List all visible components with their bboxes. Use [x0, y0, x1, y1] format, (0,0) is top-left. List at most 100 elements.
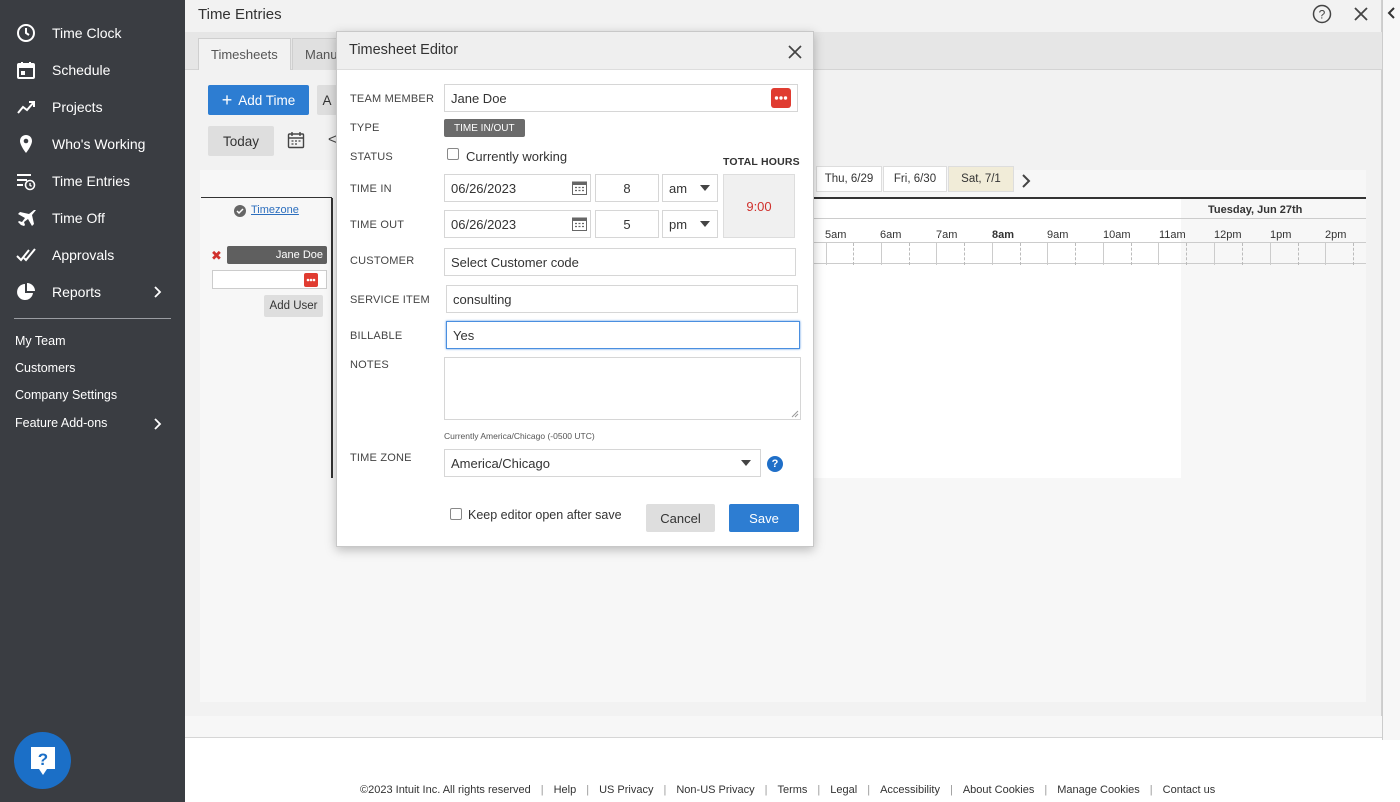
time-zone-value: America/Chicago — [451, 455, 550, 471]
service-item-label: SERVICE ITEM — [350, 294, 430, 306]
sidebar-item-whos-working[interactable]: Who's Working — [0, 129, 185, 159]
background-window-edge — [1382, 0, 1400, 740]
dialog-title: Timesheet Editor — [349, 42, 459, 58]
type-badge: TIME IN/OUT — [444, 119, 525, 137]
sidebar-item-feature-addons[interactable]: Feature Add-ons — [15, 416, 162, 430]
sidebar-divider — [14, 318, 171, 319]
sidebar: Time Clock Schedule Projects Who's Worki… — [0, 0, 185, 802]
footer-separator: | — [1044, 784, 1048, 796]
chevron-left-icon[interactable] — [1386, 6, 1396, 20]
double-check-icon — [16, 248, 36, 262]
remove-user-icon[interactable]: ✖ — [211, 248, 222, 264]
billable-value: Yes — [453, 327, 475, 343]
sidebar-item-customers[interactable]: Customers — [15, 361, 75, 375]
footer-separator: | — [764, 784, 768, 796]
sidebar-item-company-settings[interactable]: Company Settings — [15, 388, 117, 402]
time-out-date-input[interactable]: 06/26/2023 — [444, 210, 591, 238]
day-button-thu[interactable]: Thu, 6/29 — [816, 166, 882, 192]
column-divider — [331, 198, 333, 478]
keep-editor-open-checkbox[interactable] — [450, 508, 462, 520]
sidebar-item-time-off[interactable]: Time Off — [0, 203, 185, 233]
clock-icon — [17, 24, 35, 42]
day-button-fri[interactable]: Fri, 6/30 — [883, 166, 947, 192]
footer-link-about-cookies[interactable]: About Cookies — [963, 784, 1035, 796]
resize-grip-icon[interactable] — [791, 410, 799, 418]
sidebar-item-approvals[interactable]: Approvals — [0, 240, 185, 270]
footer-link-terms[interactable]: Terms — [777, 784, 807, 796]
footer-link-contact-us[interactable]: Contact us — [1163, 784, 1216, 796]
footer-separator: | — [586, 784, 590, 796]
hour-label: 1pm — [1270, 229, 1292, 241]
footer-link-accessibility[interactable]: Accessibility — [880, 784, 940, 796]
notes-label: NOTES — [350, 359, 389, 371]
picker-menu-icon[interactable] — [771, 88, 791, 108]
help-icon[interactable]: ? — [767, 456, 783, 472]
footer-link-help[interactable]: Help — [554, 784, 577, 796]
customer-select[interactable]: Select Customer code — [444, 248, 796, 276]
window-title: Time Entries — [198, 6, 282, 23]
calendar-icon[interactable] — [572, 180, 587, 195]
time-out-date: 06/26/2023 — [451, 216, 517, 232]
time-zone-label: TIME ZONE — [350, 452, 412, 464]
notes-textarea[interactable] — [444, 357, 801, 420]
picker-menu-icon[interactable] — [304, 273, 318, 287]
time-out-ampm: pm — [669, 216, 688, 232]
currently-working-checkbox[interactable] — [447, 148, 459, 160]
type-label: TYPE — [350, 122, 380, 134]
cancel-button[interactable]: Cancel — [646, 504, 715, 532]
sidebar-item-time-entries[interactable]: Time Entries — [0, 166, 185, 196]
calendar-icon[interactable] — [572, 216, 587, 231]
trend-icon — [17, 101, 35, 114]
today-button[interactable]: Today — [208, 126, 274, 156]
hour-label: 7am — [936, 229, 958, 241]
svg-text:?: ? — [37, 750, 47, 769]
billable-label: BILLABLE — [350, 330, 403, 342]
sidebar-item-label: Approvals — [52, 247, 115, 263]
check-circle-icon — [234, 205, 246, 217]
footer-link-manage-cookies[interactable]: Manage Cookies — [1057, 784, 1140, 796]
user-chip[interactable]: Jane Doe — [227, 246, 327, 264]
footer-link-non-us-privacy[interactable]: Non-US Privacy — [676, 784, 754, 796]
timeline-row[interactable] — [814, 242, 1366, 265]
time-in-date-input[interactable]: 06/26/2023 — [444, 174, 591, 202]
total-hours-box: 9:00 — [723, 174, 795, 238]
plus-icon: + — [221, 89, 233, 110]
footer-link-us-privacy[interactable]: US Privacy — [599, 784, 653, 796]
close-icon[interactable] — [1352, 5, 1370, 23]
sidebar-item-time-clock[interactable]: Time Clock — [0, 18, 185, 48]
sidebar-item-reports[interactable]: Reports — [0, 277, 185, 307]
team-member-field[interactable]: Jane Doe — [444, 84, 798, 112]
help-button[interactable]: ? — [14, 732, 71, 789]
save-button[interactable]: Save — [729, 504, 799, 532]
time-in-hour-input[interactable]: 8 — [595, 174, 659, 202]
team-member-label: TEAM MEMBER — [350, 93, 435, 105]
currently-working-label: Currently working — [466, 149, 568, 164]
sidebar-item-my-team[interactable]: My Team — [15, 334, 65, 348]
timezone-link[interactable]: Timezone — [251, 204, 299, 216]
calendar-icon[interactable] — [287, 131, 305, 149]
footer-link-legal[interactable]: Legal — [830, 784, 857, 796]
footer-copyright: ©2023 Intuit Inc. All rights reserved — [360, 784, 531, 796]
hour-label: 2pm — [1325, 229, 1347, 241]
time-zone-select[interactable]: America/Chicago — [444, 449, 761, 477]
window-bottom-strip — [185, 716, 1400, 738]
timesheet-editor-dialog: Timesheet Editor TEAM MEMBER Jane Doe TY… — [336, 31, 814, 547]
help-question-icon: ? — [30, 746, 55, 775]
airplane-icon — [18, 210, 36, 226]
sidebar-item-projects[interactable]: Projects — [0, 92, 185, 122]
billable-input[interactable]: Yes — [446, 321, 800, 349]
week-header-rule — [814, 197, 1366, 199]
team-member-value: Jane Doe — [451, 90, 507, 106]
footer-separator: | — [867, 784, 871, 796]
service-item-input[interactable]: consulting — [446, 285, 798, 313]
tab-timesheets[interactable]: Timesheets — [198, 38, 291, 70]
time-out-hour-input[interactable]: 5 — [595, 210, 659, 238]
close-icon[interactable] — [787, 44, 803, 60]
help-circle-icon[interactable]: ? — [1312, 4, 1332, 24]
next-arrow-icon[interactable] — [1020, 172, 1032, 190]
add-time-button[interactable]: + Add Time — [208, 85, 309, 115]
sidebar-item-schedule[interactable]: Schedule — [0, 55, 185, 85]
secondary-toolbar-button[interactable]: A — [317, 85, 337, 115]
day-button-sat[interactable]: Sat, 7/1 — [948, 166, 1014, 192]
add-user-button[interactable]: Add User — [264, 295, 323, 317]
